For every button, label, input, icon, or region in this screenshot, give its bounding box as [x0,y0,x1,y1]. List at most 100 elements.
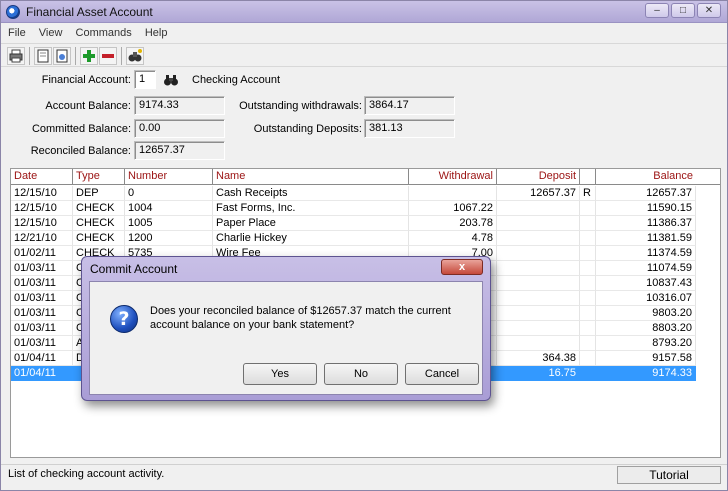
cell-date: 12/15/10 [11,201,73,216]
cell-balance: 9157.58 [596,351,696,366]
cell-date: 12/15/10 [11,186,73,201]
menu-view[interactable]: View [39,24,63,42]
cell-withdrawal: 4.78 [409,231,497,246]
col-date[interactable]: Date [11,169,73,185]
find-icon[interactable] [126,47,144,65]
binoculars-icon[interactable] [163,72,179,88]
cell-name: Fast Forms, Inc. [213,201,409,216]
menu-file[interactable]: File [8,24,26,42]
cell-reconciled-flag [580,306,596,321]
question-icon: ? [110,305,138,333]
account-balance-label: Account Balance: [45,100,131,112]
no-button[interactable]: No [324,363,398,385]
cell-number: 1200 [125,231,213,246]
account-balance-field: 9174.33 [134,96,225,115]
cell-balance: 11386.37 [596,216,696,231]
cell-reconciled-flag [580,291,596,306]
cell-deposit [497,216,580,231]
close-icon[interactable]: ✕ [697,3,721,18]
cell-date: 12/15/10 [11,216,73,231]
cell-date: 01/03/11 [11,336,73,351]
window-title: Financial Asset Account [26,5,153,19]
cell-reconciled-flag [580,366,596,381]
cell-deposit [497,231,580,246]
menu-bar: File View Commands Help [1,24,727,42]
cell-date: 01/03/11 [11,306,73,321]
window-controls: – □ ✕ [645,3,721,18]
yes-button[interactable]: Yes [243,363,317,385]
cell-deposit: 16.75 [497,366,580,381]
cell-date: 01/02/11 [11,246,73,261]
cell-deposit [497,291,580,306]
cell-name: Charlie Hickey [213,231,409,246]
app-icon [6,5,20,19]
cell-balance: 12657.37 [596,186,696,201]
add-icon[interactable] [80,47,98,65]
cell-deposit [497,336,580,351]
cell-withdrawal: 203.78 [409,216,497,231]
cell-balance: 11590.15 [596,201,696,216]
cell-reconciled-flag [580,321,596,336]
cell-deposit [497,321,580,336]
col-number[interactable]: Number [125,169,213,185]
reconciled-balance-field: 12657.37 [134,141,225,160]
cancel-button[interactable]: Cancel [405,363,479,385]
status-text: List of checking account activity. [8,468,165,480]
col-reconciled-flag[interactable] [580,169,596,185]
col-name[interactable]: Name [213,169,409,185]
outstanding-deposits-field: 381.13 [364,119,455,138]
title-bar[interactable]: Financial Asset Account – □ ✕ [1,1,727,23]
doc-icon[interactable] [53,47,71,65]
dialog-message: Does your reconciled balance of $12657.3… [150,305,451,331]
committed-balance-field: 0.00 [134,119,225,138]
account-name: Checking Account [192,74,281,86]
cell-reconciled-flag [580,261,596,276]
cell-type: CHECK [73,201,125,216]
cell-type: CHECK [73,216,125,231]
table-row[interactable]: 12/15/10 DEP 0 Cash Receipts 12657.37 R 12657.… [11,186,720,201]
col-balance[interactable]: Balance [596,169,696,185]
cell-withdrawal [409,186,497,201]
table-row[interactable]: 12/15/10 CHECK 1004 Fast Forms, Inc. 1067.22… [11,201,720,216]
remove-icon[interactable] [99,47,117,65]
print-icon[interactable] [7,47,25,65]
cell-balance: 10837.43 [596,276,696,291]
cell-reconciled-flag [580,336,596,351]
minimize-icon[interactable]: – [645,3,669,18]
col-deposit[interactable]: Deposit [497,169,580,185]
cell-number: 0 [125,186,213,201]
cell-name: Paper Place [213,216,409,231]
outstanding-deposits-label: Outstanding Deposits: [253,123,362,135]
cell-deposit [497,261,580,276]
col-withdrawal[interactable]: Withdrawal [409,169,497,185]
maximize-icon[interactable]: □ [671,3,695,18]
financial-account-input[interactable]: 1 [134,70,156,89]
cell-balance: 11374.59 [596,246,696,261]
cell-reconciled-flag [580,231,596,246]
cell-reconciled-flag [580,246,596,261]
dialog-close-icon[interactable]: x [441,259,483,275]
cell-balance: 9803.20 [596,306,696,321]
financial-account-label: Financial Account: [41,74,131,86]
cell-number: 1005 [125,216,213,231]
cell-date: 01/03/11 [11,276,73,291]
table-row[interactable]: 12/15/10 CHECK 1005 Paper Place 203.78 11386.… [11,216,720,231]
cell-date: 01/03/11 [11,261,73,276]
menu-commands[interactable]: Commands [76,24,132,42]
menu-help[interactable]: Help [145,24,168,42]
cell-balance: 11074.59 [596,261,696,276]
cell-deposit [497,276,580,291]
open-icon[interactable] [34,47,52,65]
dialog-body: ? Does your reconciled balance of $12657… [89,281,483,395]
cell-balance: 8793.20 [596,336,696,351]
cell-date: 01/03/11 [11,291,73,306]
col-type[interactable]: Type [73,169,125,185]
cell-deposit [497,246,580,261]
committed-balance-label: Committed Balance: [31,123,131,135]
cell-reconciled-flag [580,276,596,291]
grid-header: Date Type Number Name Withdrawal Deposit… [11,169,720,185]
table-row[interactable]: 12/21/10 CHECK 1200 Charlie Hickey 4.78 11381… [11,231,720,246]
cell-deposit: 364.38 [497,351,580,366]
tutorial-button[interactable]: Tutorial [617,466,721,484]
cell-date: 01/04/11 [11,351,73,366]
